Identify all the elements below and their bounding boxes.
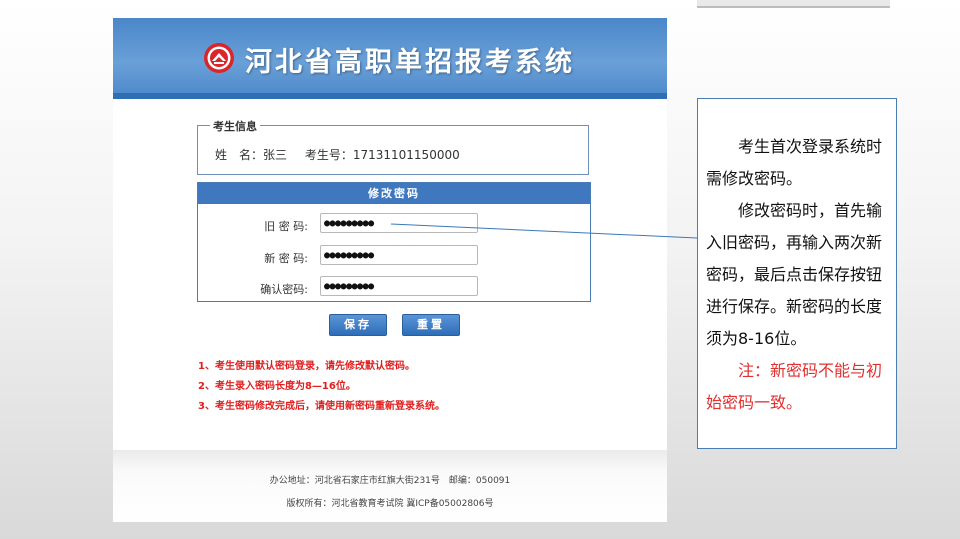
callout-warning: 注：新密码不能与初始密码一致。 [706, 361, 883, 412]
instruction-callout: 考生首次登录系统时需修改密码。 修改密码时，首先输入旧密码，再输入两次新密码，最… [697, 98, 897, 449]
callout-text: 考生首次登录系统时需修改密码。 修改密码时，首先输入旧密码，再输入两次新密码，最… [706, 131, 892, 419]
callout-paragraph: 考生首次登录系统时需修改密码。 [706, 137, 883, 188]
callout-paragraph: 修改密码时，首先输入旧密码，再输入两次新密码，最后点击保存按钮进行保存。新密码的… [706, 201, 883, 348]
